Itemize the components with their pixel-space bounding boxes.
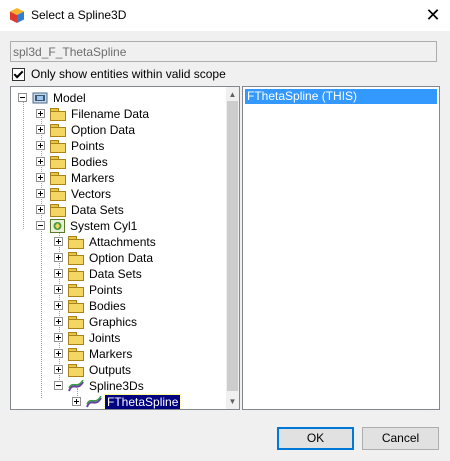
tree-node-option-data[interactable]: Option Data: [36, 122, 137, 138]
expand-icon[interactable]: [54, 333, 63, 342]
tree-label: Markers: [89, 346, 133, 361]
tree-label: Graphics: [89, 314, 138, 329]
expand-icon[interactable]: [54, 301, 63, 310]
tree-node-model[interactable]: Model: [18, 90, 88, 106]
entity-name-field: spl3d_F_ThetaSpline: [10, 41, 437, 62]
tree-label: System Cyl1: [70, 218, 138, 233]
app-cube-icon: [10, 8, 24, 23]
tree-label: Outputs: [89, 362, 132, 377]
tree-label: Filename Data: [71, 106, 150, 121]
expand-icon[interactable]: [54, 269, 63, 278]
collapse-icon[interactable]: [36, 221, 45, 230]
tree-label: Data Sets: [71, 202, 124, 217]
model-icon: [32, 92, 48, 104]
folder-icon: [50, 108, 66, 121]
tree-node-system-points[interactable]: Points: [54, 282, 124, 298]
scroll-thumb[interactable]: [227, 101, 238, 391]
scope-checkbox-row[interactable]: Only show entities within valid scope: [12, 67, 226, 81]
folder-icon: [50, 140, 66, 153]
title-bar: Select a Spline3D ✕: [0, 0, 450, 31]
tree-label: Option Data: [71, 122, 136, 137]
collapse-icon[interactable]: [18, 93, 27, 102]
tree-node-attachments[interactable]: Attachments: [54, 234, 158, 250]
tree-node-markers[interactable]: Markers: [36, 170, 116, 186]
tree-node-points[interactable]: Points: [36, 138, 106, 154]
expand-icon[interactable]: [36, 141, 45, 150]
spline-icon: [68, 379, 84, 391]
expand-icon[interactable]: [36, 205, 45, 214]
tree-label: Joints: [89, 330, 121, 345]
system-icon: [50, 219, 65, 233]
tree-node-system-option-data[interactable]: Option Data: [54, 250, 155, 266]
folder-icon: [68, 252, 84, 265]
folder-icon: [68, 364, 84, 377]
cancel-button[interactable]: Cancel: [362, 427, 439, 450]
folder-icon: [68, 316, 84, 329]
tree-node-system-bodies[interactable]: Bodies: [54, 298, 128, 314]
tree-node-joints[interactable]: Joints: [54, 330, 122, 346]
expand-icon[interactable]: [36, 189, 45, 198]
folder-icon: [68, 332, 84, 345]
tree-node-outputs[interactable]: Outputs: [54, 362, 133, 378]
expand-icon[interactable]: [54, 237, 63, 246]
tree-node-system-data-sets[interactable]: Data Sets: [54, 266, 144, 282]
expand-icon[interactable]: [36, 157, 45, 166]
tree-scrollbar[interactable]: ▲ ▼: [226, 87, 239, 409]
tree-label-selected: FThetaSpline: [103, 393, 182, 409]
tree-node-graphics[interactable]: Graphics: [54, 314, 139, 330]
expand-icon[interactable]: [72, 397, 81, 406]
tree-node-data-sets[interactable]: Data Sets: [36, 202, 126, 218]
expand-icon[interactable]: [54, 285, 63, 294]
expand-icon[interactable]: [54, 253, 63, 262]
scroll-up-icon[interactable]: ▲: [228, 90, 237, 99]
tree-label: Option Data: [89, 250, 154, 265]
folder-icon: [50, 156, 66, 169]
scroll-down-icon[interactable]: ▼: [228, 397, 237, 406]
expand-icon[interactable]: [54, 365, 63, 374]
close-icon[interactable]: ✕: [420, 4, 446, 26]
tree-label: Points: [89, 282, 123, 297]
folder-icon: [68, 284, 84, 297]
tree-label: Spline3Ds: [89, 378, 144, 393]
tree-node-spline3ds[interactable]: Spline3Ds: [54, 378, 146, 394]
spline-icon: [86, 395, 102, 407]
tree-label: Bodies: [89, 298, 126, 313]
folder-icon: [68, 348, 84, 361]
collapse-icon[interactable]: [54, 381, 63, 390]
ok-button[interactable]: OK: [277, 427, 354, 450]
tree-label: Vectors: [71, 186, 112, 201]
entity-list[interactable]: FThetaSpline (THIS): [242, 86, 440, 410]
folder-icon: [68, 300, 84, 313]
tree-node-fthetaspline[interactable]: FThetaSpline: [72, 393, 182, 409]
tree-label: Bodies: [71, 154, 108, 169]
expand-icon[interactable]: [54, 349, 63, 358]
tree-node-system[interactable]: System Cyl1: [36, 218, 139, 234]
folder-icon: [50, 172, 66, 185]
tree-node-vectors[interactable]: Vectors: [36, 186, 113, 202]
tree-node-system-markers[interactable]: Markers: [54, 346, 134, 362]
expand-icon[interactable]: [36, 173, 45, 182]
expand-icon[interactable]: [54, 317, 63, 326]
tree-node-bodies[interactable]: Bodies: [36, 154, 110, 170]
scope-checkbox[interactable]: [12, 67, 25, 81]
folder-icon: [68, 236, 84, 249]
tree-label: Model: [53, 90, 86, 105]
tree-label: Data Sets: [89, 266, 142, 281]
window-title: Select a Spline3D: [31, 8, 127, 22]
scope-checkbox-label: Only show entities within valid scope: [31, 67, 226, 81]
folder-icon: [50, 188, 66, 201]
tree-node-filename-data[interactable]: Filename Data: [36, 106, 151, 122]
entity-tree[interactable]: Model Filename Data Option Data Points B…: [10, 86, 240, 410]
tree-label: Attachments: [89, 234, 156, 249]
expand-icon[interactable]: [36, 125, 45, 134]
tree-label: Points: [71, 138, 105, 153]
folder-icon: [50, 204, 66, 217]
tree-label: Markers: [71, 170, 115, 185]
folder-icon: [68, 268, 84, 281]
expand-icon[interactable]: [36, 109, 45, 118]
folder-icon: [50, 124, 66, 137]
list-item[interactable]: FThetaSpline (THIS): [245, 89, 437, 104]
